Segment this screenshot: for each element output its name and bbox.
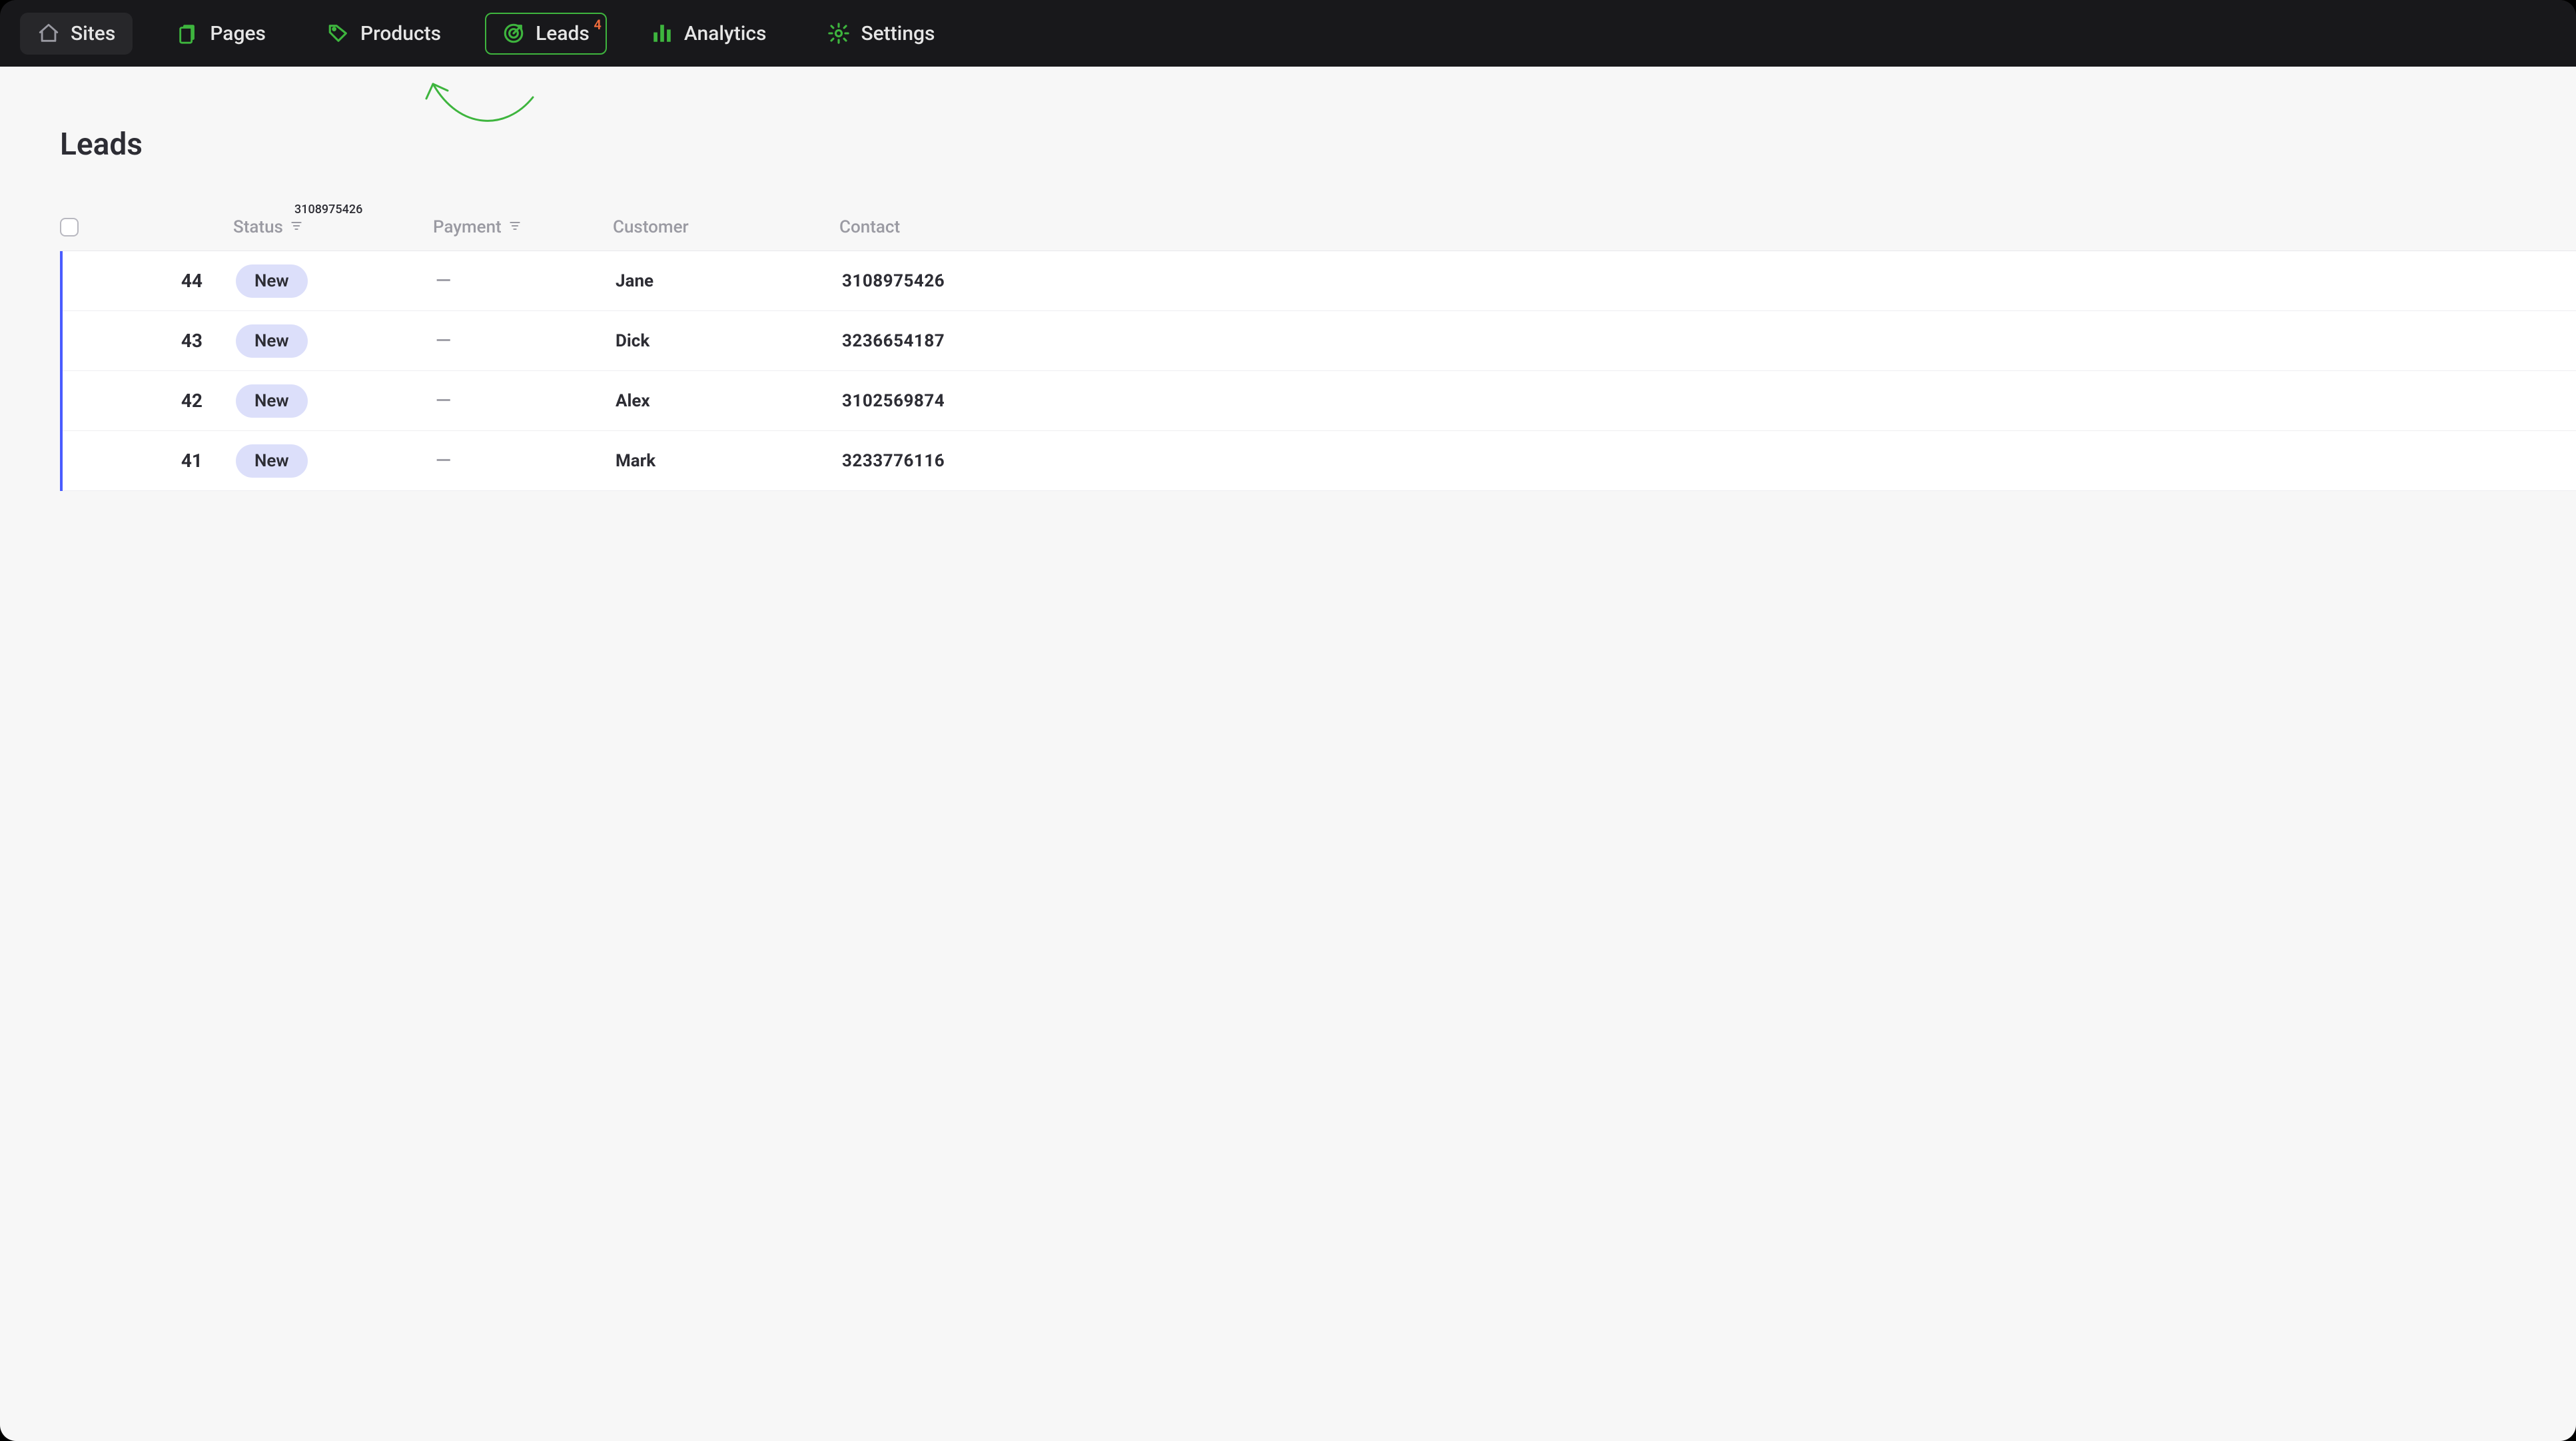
header-customer[interactable]: Customer: [613, 217, 689, 237]
app-window: Sites Pages Products Leads 4 Analy: [0, 0, 2576, 1441]
filter-icon[interactable]: [508, 217, 522, 237]
contact-value: 3102569874: [842, 391, 945, 411]
nav-products-label: Products: [360, 22, 441, 45]
tag-icon: [327, 22, 350, 45]
status-badge: New: [236, 444, 308, 478]
nav-leads-label: Leads: [536, 22, 590, 45]
nav-pages-label: Pages: [210, 22, 266, 45]
nav-pages[interactable]: Pages: [159, 13, 283, 55]
payment-value: —: [436, 269, 451, 292]
row-id: 41: [155, 450, 203, 472]
filter-icon[interactable]: [290, 217, 303, 237]
customer-name: Mark: [616, 451, 655, 471]
nav-products[interactable]: Products: [310, 13, 458, 55]
bar-chart-icon: [651, 22, 673, 45]
table-row[interactable]: 43 New — Dick 3236654187: [63, 311, 2576, 371]
nav-leads[interactable]: Leads 4: [485, 13, 607, 55]
row-id: 43: [155, 330, 203, 352]
table-header-row: Status 3108975426 Payment Customer C: [60, 209, 2576, 251]
status-badge: New: [236, 264, 308, 298]
status-badge: New: [236, 324, 308, 358]
status-badge: New: [236, 384, 308, 418]
nav-sites-label: Sites: [71, 22, 115, 45]
row-id: 44: [155, 270, 203, 292]
payment-value: —: [436, 329, 451, 352]
content-area: Leads Status 3108975426 Payment: [0, 67, 2576, 1441]
payment-value: —: [436, 449, 451, 472]
header-contact[interactable]: Contact: [839, 217, 900, 237]
nav-analytics-label: Analytics: [684, 22, 767, 45]
customer-name: Jane: [616, 271, 653, 291]
top-nav: Sites Pages Products Leads 4 Analy: [0, 0, 2576, 67]
nav-settings-label: Settings: [861, 22, 935, 45]
header-status[interactable]: Status: [233, 217, 283, 237]
nav-analytics[interactable]: Analytics: [634, 13, 784, 55]
nav-sites[interactable]: Sites: [20, 13, 133, 55]
customer-name: Dick: [616, 331, 649, 351]
arrow-annotation-icon: [406, 71, 540, 133]
table-row[interactable]: 41 New — Mark 3233776116: [63, 431, 2576, 491]
table-row[interactable]: 44 New — Jane 3108975426: [63, 251, 2576, 311]
row-id: 42: [155, 390, 203, 412]
contact-value: 3108975426: [842, 271, 945, 291]
target-icon: [502, 22, 525, 45]
table-row[interactable]: 42 New — Alex 3102569874: [63, 371, 2576, 431]
payment-value: —: [436, 389, 451, 412]
header-payment[interactable]: Payment: [433, 217, 502, 237]
select-all-checkbox[interactable]: [60, 218, 79, 237]
customer-name: Alex: [616, 391, 650, 411]
nav-settings[interactable]: Settings: [810, 13, 952, 55]
pages-icon: [177, 22, 199, 45]
leads-badge: 4: [594, 17, 601, 33]
page-title: Leads: [0, 67, 2576, 163]
gear-icon: [827, 22, 850, 45]
home-icon: [37, 22, 60, 45]
contact-value: 3236654187: [842, 331, 945, 351]
contact-value: 3233776116: [842, 451, 945, 471]
leads-table: Status 3108975426 Payment Customer C: [0, 209, 2576, 491]
status-tooltip: 3108975426: [294, 203, 362, 217]
table-body: 44 New — Jane 3108975426 43 New — Dick 3236654187…: [60, 251, 2576, 491]
